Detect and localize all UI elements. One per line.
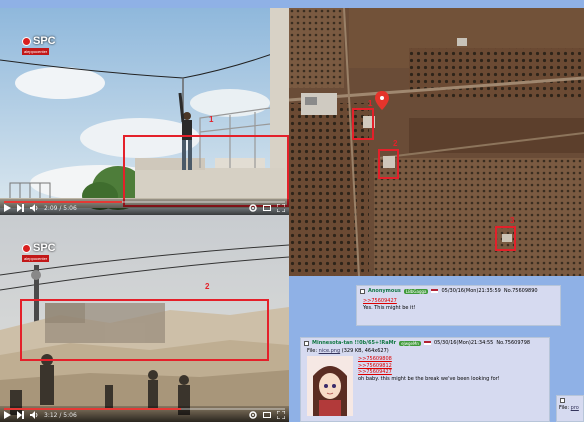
spc-logo-icon bbox=[22, 243, 31, 253]
highlight-marker-number: 1 bbox=[209, 115, 214, 124]
settings-gear-icon[interactable] bbox=[249, 411, 257, 419]
forum-post-partial: File: pro bbox=[556, 395, 584, 422]
poster-id-badge[interactable]: eJwgeMn bbox=[399, 340, 421, 346]
play-icon[interactable] bbox=[4, 411, 11, 419]
video-time: 3:12 / 5:06 bbox=[44, 411, 77, 419]
settings-gear-icon[interactable] bbox=[249, 204, 257, 212]
volume-icon[interactable] bbox=[30, 204, 38, 212]
forum-post-reply: Anonymous LBbGagga 05/30/16(Mon)21:35:59… bbox=[356, 285, 561, 326]
theater-mode-icon[interactable] bbox=[263, 204, 271, 212]
forum-post-op: Minnesota-tan !!0b/65+!RaMr eJwgeMn 05/3… bbox=[300, 337, 550, 422]
post-checkbox[interactable] bbox=[304, 340, 309, 346]
map-marker-number-3: 3 bbox=[510, 216, 515, 225]
fullscreen-icon[interactable] bbox=[277, 411, 285, 419]
poster-id-badge[interactable]: LBbGagga bbox=[403, 288, 429, 294]
country-flag-icon bbox=[423, 341, 431, 345]
post-body: Yes. This might be it! bbox=[363, 305, 416, 311]
post-checkbox[interactable] bbox=[360, 288, 365, 294]
file-label: File: bbox=[559, 405, 570, 411]
spc-logo-text: SPC bbox=[33, 242, 56, 254]
post-number[interactable]: No.75609798 bbox=[496, 340, 530, 346]
spc-logo: SPC aleppocenter bbox=[22, 35, 56, 55]
video-controls: 3:12 / 5:06 bbox=[0, 406, 289, 422]
spc-logo-icon bbox=[22, 36, 31, 46]
highlight-marker-number: 2 bbox=[205, 282, 210, 291]
video-controls: 2:09 / 5:06 bbox=[0, 199, 289, 215]
map-target-box-1 bbox=[352, 108, 374, 140]
post-number[interactable]: No.75609890 bbox=[504, 288, 538, 294]
spc-logo-subtitle: aleppocenter bbox=[22, 48, 50, 55]
anime-thumbnail-image[interactable] bbox=[307, 356, 353, 416]
spc-logo: SPC aleppocenter bbox=[22, 242, 56, 262]
map-target-box-3 bbox=[495, 226, 516, 251]
highlight-box-rooftop bbox=[123, 135, 289, 207]
map-marker-number-2: 2 bbox=[393, 139, 398, 148]
video-player-top[interactable]: SPC aleppocenter 1 2:09 / 5:06 bbox=[0, 8, 289, 215]
file-meta: (329 KB, 464x627) bbox=[341, 348, 389, 354]
satellite-map[interactable]: 1 2 3 bbox=[289, 8, 584, 276]
play-icon[interactable] bbox=[4, 204, 11, 212]
map-target-box-2 bbox=[378, 149, 399, 179]
quote-link[interactable]: >>75609427 bbox=[363, 298, 554, 305]
satellite-image bbox=[289, 8, 584, 276]
highlight-box-rubble bbox=[20, 299, 269, 361]
file-label: File: bbox=[307, 348, 318, 354]
post-body: oh baby. this might be the break we've b… bbox=[358, 375, 500, 382]
video-player-bottom[interactable]: SPC aleppocenter 2 3:12 / 5:06 bbox=[0, 215, 289, 422]
post-checkbox[interactable] bbox=[560, 398, 565, 403]
country-flag-icon bbox=[431, 289, 439, 293]
fullscreen-icon[interactable] bbox=[277, 204, 285, 212]
post-datetime: 05/30/16(Mon)21:34:55 bbox=[433, 340, 494, 346]
poster-name: Minnesota-tan !!0b/65+!RaMr bbox=[312, 340, 397, 346]
spc-logo-text: SPC bbox=[33, 35, 56, 47]
volume-icon[interactable] bbox=[30, 411, 38, 419]
file-link[interactable]: nice.png bbox=[319, 348, 341, 354]
next-icon[interactable] bbox=[17, 411, 24, 419]
map-marker-number-1: 1 bbox=[368, 99, 373, 108]
next-icon[interactable] bbox=[17, 204, 24, 212]
video-time: 2:09 / 5:06 bbox=[44, 204, 77, 212]
post-datetime: 05/30/16(Mon)21:35:59 bbox=[441, 288, 501, 294]
theater-mode-icon[interactable] bbox=[263, 411, 271, 419]
spc-logo-subtitle: aleppocenter bbox=[22, 255, 50, 262]
file-link[interactable]: pro bbox=[571, 405, 579, 411]
poster-name: Anonymous bbox=[368, 288, 401, 294]
